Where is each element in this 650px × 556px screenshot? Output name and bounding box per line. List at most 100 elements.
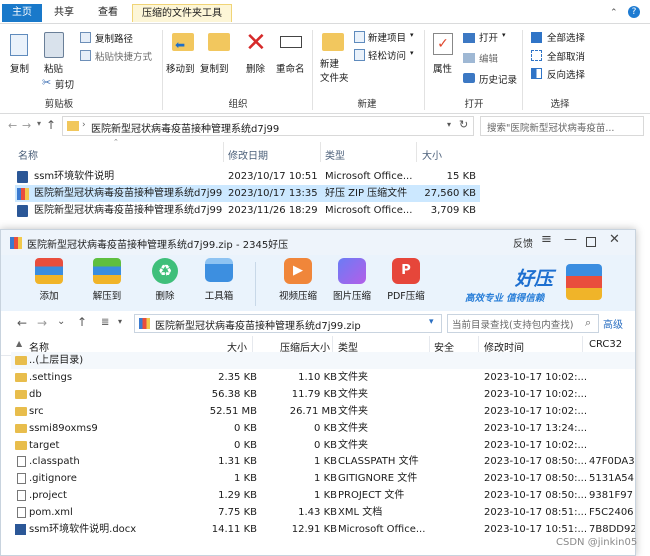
copy-to-icon (208, 33, 230, 51)
table-row[interactable]: ..(上层目录) (11, 352, 635, 369)
explorer-search-box[interactable]: 搜索"医院新型冠状病毒疫苗... (480, 116, 644, 136)
extract-to-button[interactable]: 解压到 (87, 258, 127, 302)
refresh-icon[interactable]: ↻ (459, 118, 468, 131)
row-name: .settings (29, 371, 73, 383)
haozip-logo-icon (566, 264, 602, 300)
select-none-icon (531, 50, 542, 61)
table-row[interactable]: .settings 2.35 KB 1.10 KB 文件夹 2023-10-17 10:… (11, 369, 635, 386)
haozip-path-text: 医院新型冠状病毒疫苗接种管理系统d7j99.zip (155, 321, 361, 332)
file-size: 15 KB (446, 171, 476, 182)
word-doc-icon (17, 171, 28, 183)
back-button[interactable]: ← (8, 119, 17, 132)
table-row[interactable]: ssmi89oxms9 0 KB 0 KB 文件夹 2023-10-17 13:24:.… (11, 420, 635, 437)
extract-to-label: 解压到 (92, 291, 122, 302)
haozip-path-bar[interactable]: 医院新型冠状病毒疫苗接种管理系统d7j99.zip ▾ (134, 314, 442, 333)
image-compress-button[interactable]: 图片压缩 (329, 258, 375, 302)
tab-view[interactable]: 查看 (88, 4, 128, 22)
column-header-size[interactable]: 大小 (422, 147, 442, 162)
select-all-icon (531, 32, 542, 43)
advanced-search-link[interactable]: 高级 (603, 316, 623, 331)
dropdown-arrow-icon: ▾ (502, 31, 506, 39)
header-crc[interactable]: CRC32 (589, 339, 622, 350)
table-row[interactable]: target 0 KB 0 KB 文件夹 2023-10-17 10:02:... (11, 437, 635, 454)
view-mode-dropdown-icon[interactable]: ▾ (118, 317, 122, 326)
table-row[interactable]: db 56.38 KB 11.79 KB 文件夹 2023-10-17 10:02:..… (11, 386, 635, 403)
haozip-forward-button[interactable]: → (37, 316, 47, 330)
table-row[interactable]: .classpath 1.31 KB 1 KB CLASSPATH 文件 2023-10… (11, 453, 635, 470)
column-header-name[interactable]: 名称 (18, 147, 38, 162)
ribbon-divider (162, 30, 163, 110)
file-date: 2023/10/17 13:35 (228, 188, 318, 199)
haozip-search-placeholder: 当前目录查找(支持包内查找) (452, 320, 574, 331)
table-row[interactable]: .project 1.29 KB 1 KB PROJECT 文件 2023-10-17 … (11, 487, 635, 504)
maximize-icon[interactable] (586, 237, 596, 247)
row-size: 56.38 KB (211, 388, 257, 400)
video-icon: ▶ (284, 258, 312, 284)
recycle-icon: ♻ (152, 258, 178, 284)
help-icon[interactable]: ? (628, 6, 640, 18)
recent-dropdown-icon[interactable]: ▾ (37, 119, 41, 128)
haozip-search-box[interactable]: 当前目录查找(支持包内查找) ⌕ (447, 314, 599, 333)
chevron-up-icon[interactable]: ⌃ (610, 8, 618, 18)
search-icon[interactable]: ⌕ (585, 316, 591, 330)
haozip-back-button[interactable]: ← (17, 316, 27, 330)
properties-check-icon: ✓ (433, 33, 453, 55)
row-size: 14.11 KB (211, 524, 257, 535)
haozip-up-button[interactable]: ↑ (77, 315, 87, 329)
address-path: 医院新型冠状病毒疫苗接种管理系统d7j99 (91, 124, 280, 135)
row-type: XML 文档 (338, 507, 383, 519)
address-bar[interactable]: › 医院新型冠状病毒疫苗接种管理系统d7j99 ▾ ↻ (62, 116, 474, 136)
minimize-icon[interactable]: — (564, 232, 577, 247)
tab-share[interactable]: 共享 (46, 4, 82, 22)
row-modified: 2023-10-17 10:02:... (484, 371, 588, 383)
up-button[interactable]: ↑ (46, 118, 56, 132)
new-folder-label: 新建 文件夹 (320, 59, 349, 84)
table-row[interactable]: .gitignore 1 KB 1 KB GITIGNORE 文件 2023-10-17… (11, 470, 635, 487)
table-row[interactable]: ssm环境软件说明.docx 14.11 KB 12.91 KB Microsoft … (11, 521, 635, 538)
menu-icon[interactable]: ≡ (541, 232, 552, 247)
image-icon (338, 258, 366, 284)
pdf-compress-button[interactable]: P PDF压缩 (383, 258, 429, 302)
row-packed: 12.91 KB (291, 524, 337, 535)
file-icon (17, 507, 26, 519)
add-button[interactable]: 添加 (31, 258, 67, 302)
row-size: 1.29 KB (218, 490, 257, 502)
table-row[interactable]: pom.xml 7.75 KB 1.43 KB XML 文档 2023-10-17 08… (11, 504, 635, 521)
copy-label: 复制 (10, 64, 30, 75)
forward-button[interactable]: → (22, 119, 31, 132)
pdf-icon: P (392, 258, 420, 284)
haozip-history-dropdown-icon[interactable]: ⌄ (57, 316, 65, 327)
tab-home[interactable]: 主页 (2, 4, 42, 22)
row-type: CLASSPATH 文件 (338, 456, 419, 468)
dropdown-arrow-icon: ▾ (410, 31, 414, 39)
copy-icon (10, 34, 28, 56)
haozip-delete-button[interactable]: ♻ 删除 (147, 258, 183, 302)
folder-icon (15, 356, 27, 365)
video-compress-button[interactable]: ▶ 视频压缩 (275, 258, 321, 302)
row-name: pom.xml (29, 507, 73, 519)
toolbox-icon (205, 258, 233, 282)
address-dropdown-icon[interactable]: ▾ (447, 120, 451, 129)
row-crc: 47F0DA3 (589, 456, 635, 468)
close-icon[interactable]: ✕ (609, 232, 620, 247)
row-modified: 2023-10-17 08:51:... (484, 507, 588, 519)
tab-compressed-tools[interactable]: 压缩的文件夹工具 (132, 4, 232, 22)
file-row[interactable]: 医院新型冠状病毒疫苗接种管理系统d7j99 2023/11/26 18:29 M… (15, 202, 480, 219)
image-compress-label: 图片压缩 (332, 291, 371, 302)
rename-icon (280, 36, 302, 48)
pdf-compress-label: PDF压缩 (387, 291, 425, 302)
file-type: Microsoft Office... (325, 171, 413, 182)
column-header-type[interactable]: 类型 (325, 147, 345, 162)
row-modified: 2023-10-17 10:02:... (484, 388, 588, 400)
column-header-date[interactable]: 修改日期 (228, 147, 268, 162)
file-row[interactable]: ssm环境软件说明 2023/10/17 10:51 Microsoft Off… (15, 168, 480, 185)
paste-shortcut-icon (80, 50, 91, 61)
file-row-selected[interactable]: 医院新型冠状病毒疫苗接种管理系统d7j99 2023/10/17 13:35 好… (15, 185, 480, 202)
toolbox-button[interactable]: 工具箱 (199, 258, 239, 302)
path-dropdown-icon[interactable]: ▾ (429, 317, 434, 327)
row-crc: 5131A54 (589, 473, 635, 485)
row-type: 文件夹 (338, 405, 368, 417)
table-row[interactable]: src 52.51 MB 26.71 MB 文件夹 2023-10-17 10:02:.… (11, 403, 635, 420)
feedback-link[interactable]: 反馈 (513, 235, 533, 250)
view-mode-button[interactable]: ≣ (101, 317, 109, 328)
